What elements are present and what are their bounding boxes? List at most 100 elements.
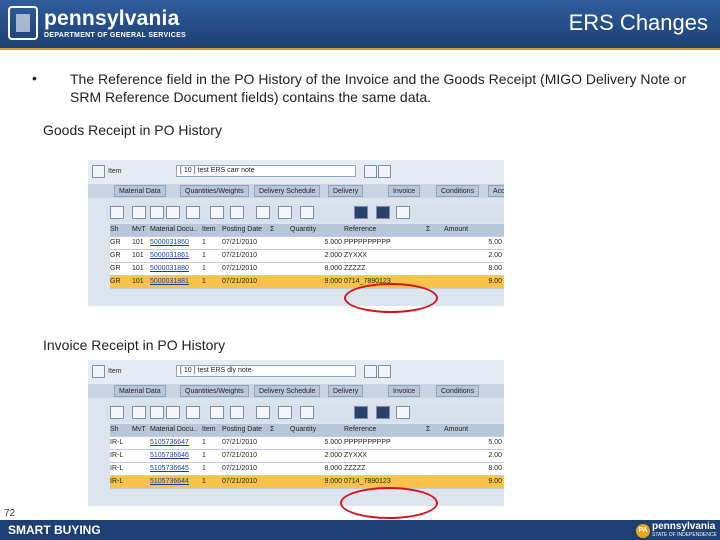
material-doc-link[interactable]: 5105736646 (150, 450, 200, 462)
col-header-1[interactable]: MvT (132, 224, 148, 236)
table-row[interactable]: GR 101 5000031861 1 07/21/2010 2.000 ZYXXX 2.00 (110, 250, 504, 263)
tab-3[interactable]: Delivery (328, 185, 364, 197)
col-header-2[interactable]: Material Docu.. (150, 224, 200, 236)
table-row[interactable]: IR-L 5105736645 1 07/21/2010 8.000 ZZZZZ 8.00 (110, 463, 504, 476)
mail-icon[interactable] (396, 206, 410, 219)
col-header-8[interactable]: Σ (426, 224, 442, 236)
table-row[interactable]: IR-L 5105736644 1 07/21/2010 9.000 0714_78901… (110, 476, 504, 489)
table-cell: 2.00 (488, 252, 502, 259)
col-header-3[interactable]: Item (202, 424, 220, 436)
table-row[interactable]: GR 101 5000031880 1 07/21/2010 8.000 ZZZZZ 8.00 (110, 263, 504, 276)
col-header-1[interactable]: MvT (132, 424, 148, 436)
subtotal-icon[interactable] (230, 206, 244, 219)
arrow-down-icon[interactable] (378, 165, 391, 178)
col-header-6[interactable]: Quantity (290, 224, 342, 236)
sum-icon[interactable] (210, 406, 224, 419)
col-header-6[interactable]: Quantity (290, 424, 342, 436)
table-row[interactable]: GR 101 5000031881 1 07/21/2010 9.000 0714_7890… (110, 276, 504, 289)
highlight-ring-gr (344, 283, 438, 313)
filter-icon[interactable] (150, 206, 164, 219)
export-icon[interactable] (256, 206, 270, 219)
table-cell: GR (110, 239, 121, 246)
table-row[interactable]: IR-L 5105736647 1 07/21/2010 5.000 PPPPPPPPPP… (110, 437, 504, 450)
material-doc-link[interactable]: 5105736647 (150, 437, 200, 449)
material-doc-link[interactable]: 5105736644 (150, 476, 200, 488)
tab-4[interactable]: Invoice (388, 185, 421, 197)
table-cell: IR-L (110, 452, 124, 459)
ir-caption: Invoice Receipt in PO History (43, 337, 226, 353)
tab-3[interactable]: Delivery (328, 385, 364, 397)
item-select[interactable]: [ 10 ] test ERS dly note (176, 365, 356, 377)
tab-1[interactable]: Quantities/Weights (180, 185, 249, 197)
sort-asc-icon[interactable] (166, 206, 180, 219)
arrow-up-icon[interactable] (364, 165, 377, 178)
table-cell: PPPPPPPPPP (344, 239, 391, 246)
sum-icon[interactable] (210, 206, 224, 219)
sort-asc-icon[interactable] (166, 406, 180, 419)
footer-bar: SMART BUYING PA pennsylvania STATE OF IN… (0, 520, 720, 540)
filter-icon[interactable] (150, 406, 164, 419)
print-icon[interactable] (132, 206, 146, 219)
table-row[interactable]: GR 101 5000031860 1 07/21/2010 5.000 PPPPPPPPP… (110, 237, 504, 250)
arrow-down-icon[interactable] (378, 365, 391, 378)
item-row: Item [ 10 ] test ERS carr note (88, 160, 504, 184)
material-doc-link[interactable]: 5000031880 (150, 263, 200, 275)
highlight-ring-ir (340, 487, 438, 519)
layout-save-icon[interactable] (300, 206, 314, 219)
col-header-7[interactable]: Reference (344, 424, 422, 436)
table-cell: 2.00 (488, 452, 502, 459)
footer-logo-subtext: STATE OF INDEPENDENCE (652, 532, 717, 538)
export-icon[interactable] (256, 406, 270, 419)
col-header-2[interactable]: Material Docu.. (150, 424, 200, 436)
program-name: SMART BUYING (8, 523, 101, 537)
col-header-9[interactable]: Amount (444, 224, 502, 236)
layout-save-icon[interactable] (300, 406, 314, 419)
col-header-4[interactable]: Posting Date (222, 424, 268, 436)
layout-icon[interactable] (278, 406, 292, 419)
col-header-9[interactable]: Amount (444, 424, 502, 436)
bullet-text: The Reference field in the PO History of… (70, 71, 687, 105)
tab-5[interactable]: Conditions (436, 185, 480, 197)
arrow-up-icon[interactable] (364, 365, 377, 378)
col-header-3[interactable]: Item (202, 224, 220, 236)
history-grid: Sh MvT Material Docu.. Item Posting Date Σ Qua… (110, 224, 504, 289)
material-doc-link[interactable]: 5000031881 (150, 276, 200, 288)
document-icon[interactable] (92, 365, 105, 378)
table-cell: 5.000 (324, 239, 342, 246)
material-doc-link[interactable]: 5000031861 (150, 250, 200, 262)
col-header-4[interactable]: Posting Date (222, 224, 268, 236)
col-header-0[interactable]: Sh (110, 224, 130, 236)
item-select[interactable]: [ 10 ] test ERS carr note (176, 165, 356, 177)
tab-0[interactable]: Material Data (114, 385, 166, 397)
tab-5[interactable]: Conditions (436, 385, 480, 397)
info-icon[interactable] (354, 206, 368, 219)
table-row[interactable]: IR-L 5105736646 1 07/21/2010 2.000 ZYXXX 2.00 (110, 450, 504, 463)
mail-icon[interactable] (396, 406, 410, 419)
table-cell: 9.000 (324, 278, 342, 285)
col-header-5[interactable]: Σ (270, 424, 286, 436)
col-header-7[interactable]: Reference (344, 224, 422, 236)
sort-desc-icon[interactable] (186, 206, 200, 219)
item-row: Item [ 10 ] test ERS dly note (88, 360, 504, 384)
col-header-5[interactable]: Σ (270, 224, 286, 236)
magnifier-icon[interactable] (110, 406, 124, 419)
print-icon[interactable] (132, 406, 146, 419)
layout-icon[interactable] (278, 206, 292, 219)
tab-6[interactable]: Account As (488, 185, 504, 197)
col-header-0[interactable]: Sh (110, 424, 130, 436)
material-doc-link[interactable]: 5105736645 (150, 463, 200, 475)
glasses-icon[interactable] (376, 406, 390, 419)
col-header-8[interactable]: Σ (426, 424, 442, 436)
tab-1[interactable]: Quantities/Weights (180, 385, 249, 397)
tab-2[interactable]: Delivery Schedule (254, 385, 321, 397)
tab-0[interactable]: Material Data (114, 185, 166, 197)
info-icon[interactable] (354, 406, 368, 419)
sort-desc-icon[interactable] (186, 406, 200, 419)
glasses-icon[interactable] (376, 206, 390, 219)
tab-2[interactable]: Delivery Schedule (254, 185, 321, 197)
document-icon[interactable] (92, 165, 105, 178)
tab-4[interactable]: Invoice (388, 385, 421, 397)
subtotal-icon[interactable] (230, 406, 244, 419)
material-doc-link[interactable]: 5000031860 (150, 237, 200, 249)
magnifier-icon[interactable] (110, 206, 124, 219)
